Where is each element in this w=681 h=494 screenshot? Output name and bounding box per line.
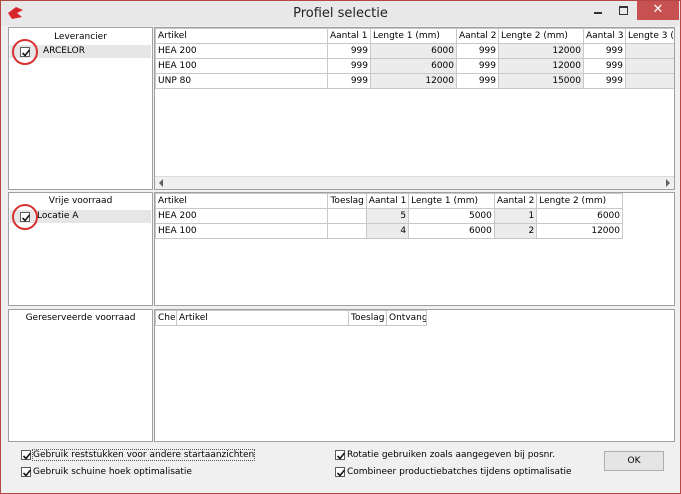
table-row[interactable]: UNP 80 999 12000 999 15000 999 xyxy=(155,73,674,89)
column-header[interactable]: Aantal 2 xyxy=(456,28,499,44)
scroll-right-icon[interactable] xyxy=(666,179,670,187)
column-header[interactable]: Lengte 1 (mm) xyxy=(370,28,457,44)
table-cell[interactable]: 999 xyxy=(327,58,371,74)
column-header[interactable]: Aantal 1 xyxy=(327,28,371,44)
table-cell[interactable]: 12000 xyxy=(498,58,584,74)
table-cell[interactable]: 6000 xyxy=(370,43,457,59)
column-header[interactable]: Artikel xyxy=(176,310,349,326)
column-header[interactable]: Ontvang xyxy=(386,310,427,326)
horizontal-scrollbar[interactable] xyxy=(155,176,674,189)
table-cell[interactable]: HEA 100 xyxy=(155,58,328,74)
column-header[interactable]: Artikel xyxy=(155,193,329,209)
reserved-stock-grid[interactable]: Che Artikel Toeslag Ontvang xyxy=(154,309,675,442)
bevel-optimization-label: Gebruik schuine hoek optimalisatie xyxy=(33,467,192,477)
combine-batches-label: Combineer productiebatches tijdens optim… xyxy=(347,467,572,477)
table-row[interactable]: HEA 100 999 6000 999 12000 999 xyxy=(155,58,674,74)
column-header[interactable]: Aantal 3 xyxy=(583,28,626,44)
table-cell[interactable]: 1 xyxy=(493,208,538,224)
table-cell[interactable]: 999 xyxy=(327,73,371,89)
checkmark-icon xyxy=(336,452,346,460)
table-header: Che Artikel Toeslag Ontvang xyxy=(155,310,427,326)
column-header[interactable]: Che xyxy=(155,310,177,326)
table-cell[interactable]: 15000 xyxy=(498,73,584,89)
close-icon: ✕ xyxy=(652,2,664,17)
table-cell[interactable]: UNP 80 xyxy=(155,73,328,89)
table-cell[interactable]: 999 xyxy=(583,58,626,74)
free-stock-list[interactable]: Vrije voorraad Locatie A xyxy=(8,192,153,306)
table-cell[interactable]: 2 xyxy=(493,223,538,239)
checkmark-icon xyxy=(22,469,32,477)
column-header[interactable]: Artikel xyxy=(155,28,328,44)
table-cell[interactable] xyxy=(625,73,674,89)
checkmark-icon xyxy=(336,469,346,477)
table-header: Artikel Aantal 1 Lengte 1 (mm) Aantal 2 … xyxy=(155,28,674,44)
table-row[interactable]: HEA 100 4 6000 2 12000 xyxy=(155,223,623,239)
table-cell[interactable]: 12000 xyxy=(536,223,623,239)
table-cell[interactable]: 5 xyxy=(365,208,410,224)
rotation-label: Rotatie gebruiken zoals aangegeven bij p… xyxy=(347,450,556,460)
table-cell[interactable]: 6000 xyxy=(408,223,495,239)
table-cell[interactable]: HEA 200 xyxy=(155,208,329,224)
column-header[interactable]: Lengte 2 (mm) xyxy=(498,28,584,44)
table-cell[interactable]: 999 xyxy=(583,43,626,59)
column-header[interactable]: Toeslag xyxy=(327,193,367,209)
bevel-optimization-checkbox[interactable] xyxy=(21,467,32,477)
title-bar[interactable]: Profiel selectie ✕ xyxy=(1,1,680,26)
table-cell[interactable]: 999 xyxy=(456,73,499,89)
maximize-button[interactable] xyxy=(611,1,635,20)
checkmark-icon xyxy=(22,452,32,460)
scroll-left-icon[interactable] xyxy=(159,179,163,187)
table-header: Artikel Toeslag Aantal 1 Lengte 1 (mm) A… xyxy=(155,193,623,209)
supplier-grid[interactable]: Artikel Aantal 1 Lengte 1 (mm) Aantal 2 … xyxy=(154,27,675,190)
reserved-stock-list-header: Gereserveerde voorraad xyxy=(25,313,136,323)
supplier-item-label: ARCELOR xyxy=(43,46,85,56)
column-header[interactable]: Lengte 2 (mm) xyxy=(536,193,623,209)
table-cell[interactable]: 12000 xyxy=(370,73,457,89)
table-cell[interactable]: HEA 200 xyxy=(155,43,328,59)
close-button[interactable]: ✕ xyxy=(637,1,679,20)
table-cell[interactable]: 4 xyxy=(365,223,410,239)
minimize-button[interactable] xyxy=(586,1,610,20)
highlight-circle xyxy=(12,39,38,65)
profiel-selectie-window: Profiel selectie ✕ Leverancier ARCELOR A… xyxy=(0,0,681,494)
table-row[interactable]: HEA 200 5 5000 1 6000 xyxy=(155,208,623,224)
supplier-list[interactable]: Leverancier ARCELOR xyxy=(8,27,153,190)
column-header[interactable]: Aantal 1 xyxy=(365,193,410,209)
column-header[interactable]: Toeslag xyxy=(348,310,387,326)
reserved-stock-list[interactable]: Gereserveerde voorraad xyxy=(8,309,153,442)
ok-button[interactable]: OK xyxy=(604,451,664,471)
rotation-checkbox[interactable] xyxy=(335,450,346,460)
table-cell[interactable]: 999 xyxy=(456,58,499,74)
highlight-circle xyxy=(12,204,38,230)
reserved-stock-table: Che Artikel Toeslag Ontvang xyxy=(155,310,427,326)
free-stock-table: Artikel Toeslag Aantal 1 Lengte 1 (mm) A… xyxy=(155,193,623,239)
table-cell[interactable]: 999 xyxy=(327,43,371,59)
window-title: Profiel selectie xyxy=(293,6,388,21)
supplier-table: Artikel Aantal 1 Lengte 1 (mm) Aantal 2 … xyxy=(155,28,674,89)
table-cell[interactable]: 5000 xyxy=(408,208,495,224)
column-header[interactable]: Lengte 1 (mm) xyxy=(408,193,495,209)
table-cell[interactable] xyxy=(625,58,674,74)
table-cell[interactable] xyxy=(327,208,367,224)
location-item-label: Locatie A xyxy=(37,211,79,221)
table-cell[interactable]: HEA 100 xyxy=(155,223,329,239)
use-remnants-checkbox[interactable] xyxy=(21,450,32,460)
table-cell[interactable]: 6000 xyxy=(536,208,623,224)
table-cell[interactable] xyxy=(327,223,367,239)
table-cell[interactable]: 6000 xyxy=(370,58,457,74)
combine-batches-checkbox[interactable] xyxy=(335,467,346,477)
table-cell[interactable]: 999 xyxy=(456,43,499,59)
free-stock-grid[interactable]: Artikel Toeslag Aantal 1 Lengte 1 (mm) A… xyxy=(154,192,675,306)
column-header[interactable]: Lengte 3 (m xyxy=(625,28,674,44)
column-header[interactable]: Aantal 2 xyxy=(493,193,538,209)
table-row[interactable]: HEA 200 999 6000 999 12000 999 xyxy=(155,43,674,59)
use-remnants-label: Gebruik reststukken voor andere startaan… xyxy=(31,449,256,461)
table-cell[interactable]: 999 xyxy=(583,73,626,89)
table-cell[interactable]: 12000 xyxy=(498,43,584,59)
table-cell[interactable] xyxy=(625,43,674,59)
